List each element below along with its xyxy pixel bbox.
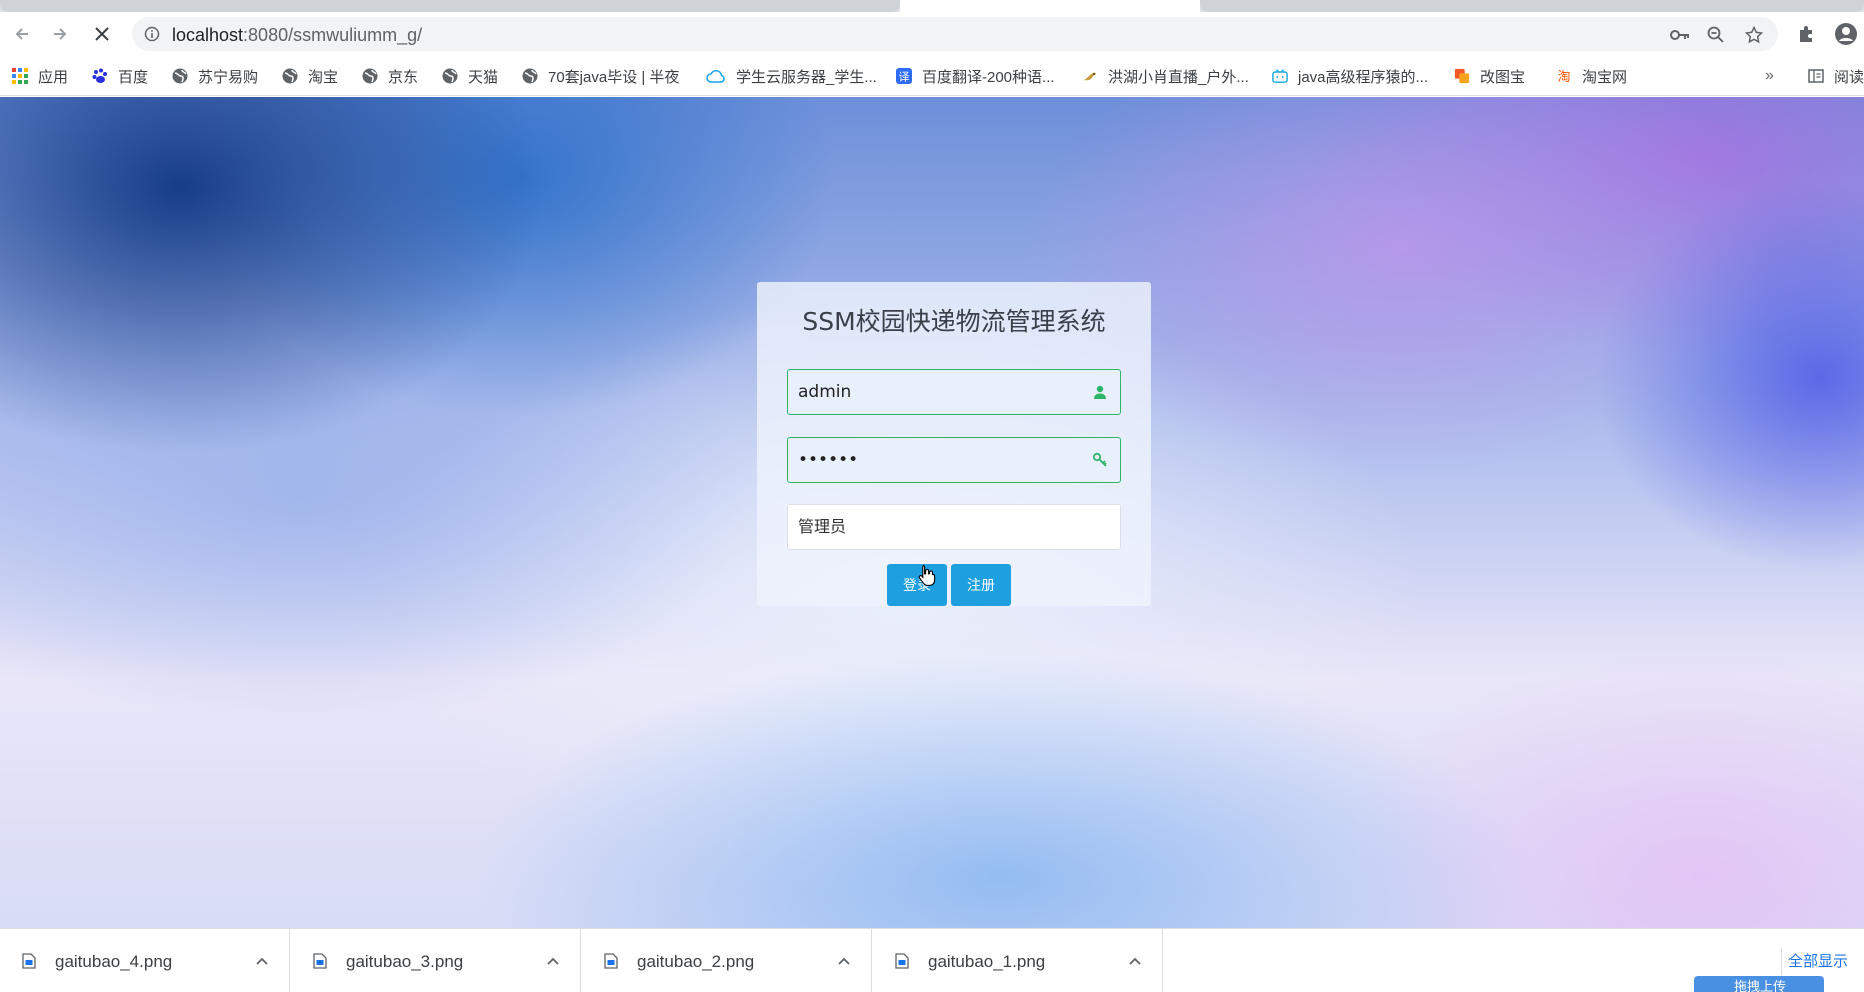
back-button[interactable] bbox=[8, 20, 36, 48]
chevron-double-right-icon: » bbox=[1765, 67, 1774, 84]
reading-list-button[interactable]: 阅读 bbox=[1808, 64, 1864, 88]
login-title: SSM校园快递物流管理系统 bbox=[802, 307, 1106, 336]
bookmark-taobao-net[interactable]: 淘淘宝网 bbox=[1556, 64, 1627, 88]
globe-icon bbox=[522, 68, 538, 84]
bookmark-bilibili[interactable]: java高级程序猿的... bbox=[1272, 64, 1428, 88]
globe-icon bbox=[442, 68, 458, 84]
key-icon bbox=[1092, 452, 1108, 468]
bilibili-icon bbox=[1272, 68, 1288, 84]
bookmark-student-cloud[interactable]: 学生云服务器_学生... bbox=[706, 64, 877, 88]
extensions-button[interactable] bbox=[1792, 20, 1820, 48]
bookmark-apps[interactable]: 应用 bbox=[12, 64, 68, 88]
profile-button[interactable] bbox=[1832, 20, 1860, 48]
bookmarks-overflow-button[interactable]: » bbox=[1765, 64, 1774, 88]
globe-icon bbox=[282, 68, 298, 84]
username-field[interactable] bbox=[787, 369, 1121, 415]
svg-text:淘: 淘 bbox=[1557, 70, 1570, 84]
user-icon bbox=[1092, 384, 1108, 400]
translate-icon: 译 bbox=[896, 68, 912, 84]
bookmark-jd[interactable]: 京东 bbox=[362, 64, 418, 88]
hand-cursor-icon bbox=[918, 564, 936, 591]
cloud-icon bbox=[706, 68, 726, 84]
forward-button[interactable] bbox=[46, 20, 74, 48]
download-item[interactable]: gaitubao_3.png bbox=[291, 929, 581, 992]
bird-icon bbox=[1082, 68, 1098, 84]
bookmark-taobao[interactable]: 淘宝 bbox=[282, 64, 338, 88]
show-all-downloads-button[interactable]: 全部显示 bbox=[1780, 949, 1854, 975]
bookmark-java-projects[interactable]: 70套java毕设 | 半夜 bbox=[522, 64, 679, 88]
bookmark-live-stream[interactable]: 洪湖小肖直播_户外... bbox=[1082, 64, 1249, 88]
close-icon bbox=[95, 27, 109, 41]
chevron-up-icon[interactable] bbox=[255, 953, 269, 971]
download-item[interactable]: gaitubao_1.png bbox=[873, 929, 1163, 992]
drag-upload-widget[interactable]: 拖拽上传 bbox=[1694, 976, 1824, 992]
chevron-up-icon[interactable] bbox=[546, 953, 560, 971]
apps-grid-icon bbox=[12, 68, 28, 84]
key-icon[interactable] bbox=[1670, 25, 1690, 45]
page-background: SSM校园快递物流管理系统 管理员 登录 注册 bbox=[0, 97, 1864, 928]
svg-text:译: 译 bbox=[899, 71, 910, 84]
login-button[interactable]: 登录 bbox=[887, 564, 947, 606]
baidu-paw-icon bbox=[92, 68, 108, 84]
address-bar[interactable]: localhost:8080/ssmwuliumm_g/ bbox=[132, 17, 1778, 51]
username-input[interactable] bbox=[788, 370, 1078, 414]
gaitubao-icon bbox=[1454, 68, 1470, 84]
stop-loading-button[interactable] bbox=[88, 20, 116, 48]
file-image-icon bbox=[313, 953, 327, 974]
browser-toolbar: localhost:8080/ssmwuliumm_g/ bbox=[0, 12, 1864, 56]
download-item[interactable]: gaitubao_4.png bbox=[0, 929, 290, 992]
tab-strip bbox=[0, 0, 1864, 12]
bookmark-baidu-translate[interactable]: 译百度翻译-200种语... bbox=[896, 64, 1055, 88]
bookmark-suning[interactable]: 苏宁易购 bbox=[172, 64, 258, 88]
avatar-icon bbox=[1835, 23, 1857, 45]
inactive-tab[interactable] bbox=[0, 0, 900, 12]
active-tab[interactable] bbox=[900, 0, 1200, 12]
file-image-icon bbox=[22, 953, 36, 974]
role-select[interactable]: 管理员 bbox=[787, 504, 1121, 550]
bookmark-tmall[interactable]: 天猫 bbox=[442, 64, 498, 88]
bookmark-gaitubao[interactable]: 改图宝 bbox=[1454, 64, 1525, 88]
bookmark-baidu[interactable]: 百度 bbox=[92, 64, 148, 88]
login-form: SSM校园快递物流管理系统 管理员 登录 注册 bbox=[757, 282, 1151, 606]
bookmarks-bar: 应用 百度 苏宁易购 淘宝 京东 天猫 70套java毕设 | 半夜 学生云服务… bbox=[0, 56, 1864, 96]
download-item[interactable]: gaitubao_2.png bbox=[582, 929, 872, 992]
info-icon[interactable] bbox=[144, 26, 160, 47]
globe-icon bbox=[362, 68, 378, 84]
file-image-icon bbox=[604, 953, 618, 974]
chevron-up-icon[interactable] bbox=[837, 953, 851, 971]
zoom-icon[interactable] bbox=[1706, 25, 1726, 45]
password-input[interactable] bbox=[788, 438, 1078, 482]
back-arrow-icon bbox=[15, 28, 28, 40]
reading-list-icon bbox=[1808, 68, 1824, 84]
url-text[interactable]: localhost:8080/ssmwuliumm_g/ bbox=[172, 25, 422, 46]
password-field[interactable] bbox=[787, 437, 1121, 483]
globe-icon bbox=[172, 68, 188, 84]
puzzle-icon bbox=[1800, 26, 1812, 42]
register-button[interactable]: 注册 bbox=[951, 564, 1011, 606]
forward-arrow-icon bbox=[54, 28, 67, 40]
inactive-tab[interactable] bbox=[1200, 0, 1864, 12]
chevron-up-icon[interactable] bbox=[1128, 953, 1142, 971]
taobao-icon: 淘 bbox=[1556, 68, 1572, 84]
star-icon[interactable] bbox=[1744, 25, 1764, 45]
download-bar: gaitubao_4.png gaitubao_3.png gaitubao_2… bbox=[0, 928, 1864, 992]
file-image-icon bbox=[895, 953, 909, 974]
